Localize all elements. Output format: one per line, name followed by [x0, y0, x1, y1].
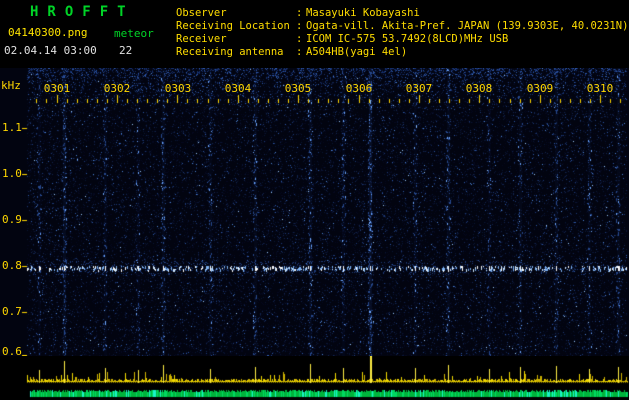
freq-label: 0.6 [2, 345, 22, 358]
time-label: 0303 [164, 82, 192, 95]
mode-label: meteor [114, 27, 154, 40]
info-row-location: Receiving Location : Ogata-vill. Akita-P… [176, 20, 628, 33]
time-label: 0305 [284, 82, 312, 95]
info-colon: : [296, 7, 303, 19]
signal-level-canvas [0, 356, 629, 388]
freq-label: 1.1 [2, 121, 22, 134]
level-bar-canvas [0, 388, 629, 400]
info-colon: : [296, 46, 303, 58]
info-value: Masayuki Kobayashi [306, 7, 420, 19]
spectrogram-canvas [0, 68, 629, 356]
info-row-receiver: Receiver : ICOM IC-575 53.7492(8LCD)MHz … [176, 33, 628, 46]
freq-unit-label: kHz [1, 79, 21, 92]
time-label: 0302 [103, 82, 131, 95]
time-label: 0304 [224, 82, 252, 95]
time-label: 0301 [43, 82, 71, 95]
datetime-label: 02.04.14 03:00 [4, 44, 97, 57]
info-value: Ogata-vill. Akita-Pref. JAPAN (139.9303E… [306, 20, 629, 32]
info-label: Receiving antenna [176, 46, 284, 58]
info-label: Observer [176, 7, 227, 19]
info-value: A504HB(yagi 4el) [306, 46, 408, 58]
time-label: 0310 [586, 82, 614, 95]
info-value: ICOM IC-575 53.7492(8LCD)MHz USB [306, 33, 509, 45]
time-label: 0309 [526, 82, 554, 95]
freq-label: 0.7 [2, 305, 22, 318]
observation-info: Observer : Masayuki Kobayashi Receiving … [176, 7, 628, 59]
app-title: HROFFT [30, 4, 135, 20]
info-colon: : [296, 20, 303, 32]
echo-count-label: 22 [119, 44, 133, 57]
hrofft-window: HROFFT 04140300.png meteor 02.04.14 03:0… [0, 0, 629, 400]
info-label: Receiver [176, 33, 227, 45]
filename-label: 04140300.png [8, 26, 88, 39]
time-label: 0306 [345, 82, 373, 95]
info-row-observer: Observer : Masayuki Kobayashi [176, 7, 628, 20]
freq-label: 0.9 [2, 213, 22, 226]
time-label: 0308 [465, 82, 493, 95]
time-label: 0307 [405, 82, 433, 95]
info-label: Receiving Location [176, 20, 290, 32]
info-row-antenna: Receiving antenna : A504HB(yagi 4el) [176, 46, 628, 59]
freq-label: 1.0 [2, 167, 22, 180]
freq-label: 0.8 [2, 259, 22, 272]
info-colon: : [296, 33, 303, 45]
